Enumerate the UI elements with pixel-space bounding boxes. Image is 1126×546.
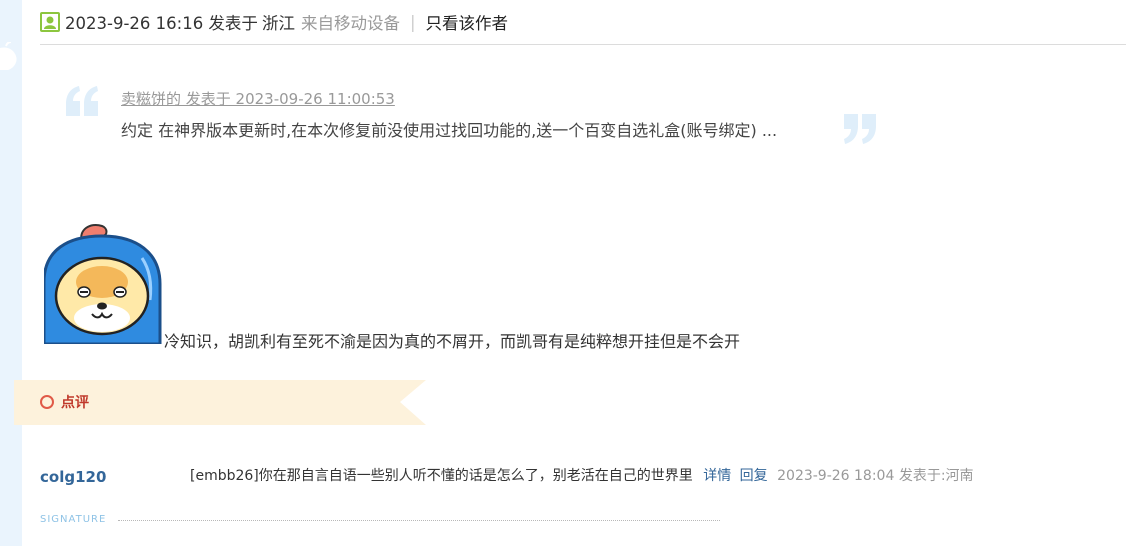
comment-row: [embb26]你在那自言自语一些别人听不懂的话是怎么了，别老活在自己的世界里 … (190, 465, 974, 485)
open-quote-icon (66, 86, 98, 116)
left-sidebar-strip (0, 0, 22, 546)
comment-reply-link[interactable]: 回复 (740, 468, 768, 484)
header-separator: | (409, 12, 416, 32)
signature-label: SIGNATURE (40, 514, 107, 525)
quote-author-link[interactable]: 卖糍饼的 发表于 2023-09-26 11:00:53 (121, 88, 395, 109)
comment-text: [embb26]你在那自言自语一些别人听不懂的话是怎么了，别老活在自己的世界里 (190, 468, 693, 484)
mascot-dog-image (44, 224, 162, 344)
comment-username-link[interactable]: colg120 (40, 468, 106, 486)
comment-section-label: 点评 (40, 392, 89, 412)
quote-body: 约定 在神界版本更新时,在本次修复前没使用过找回功能的,送一个百变自选礼盒(账号… (121, 121, 778, 140)
apple-icon (0, 42, 17, 70)
post-header: 2023-9-26 16:16 发表于 浙江 来自移动设备 | 只看该作者 (40, 0, 1126, 45)
comment-circle-icon (40, 395, 54, 409)
only-author-link[interactable]: 只看该作者 (426, 10, 509, 34)
post-text: 冷知识，胡凯利有至死不渝是因为真的不屑开，而凯哥有是纯粹想开挂但是不会开 (164, 332, 741, 351)
post-location: 浙江 (261, 14, 295, 33)
close-quote-icon (844, 114, 876, 144)
comment-label-text: 点评 (61, 395, 89, 411)
post-device: 来自移动设备 (300, 14, 400, 33)
signature-divider (118, 520, 720, 521)
post-time: 2023-9-26 16:16 发表于 (65, 14, 258, 33)
comment-meta: 2023-9-26 18:04 发表于:河南 (777, 468, 974, 484)
comment-detail-link[interactable]: 详情 (703, 468, 731, 484)
user-icon (40, 12, 60, 32)
